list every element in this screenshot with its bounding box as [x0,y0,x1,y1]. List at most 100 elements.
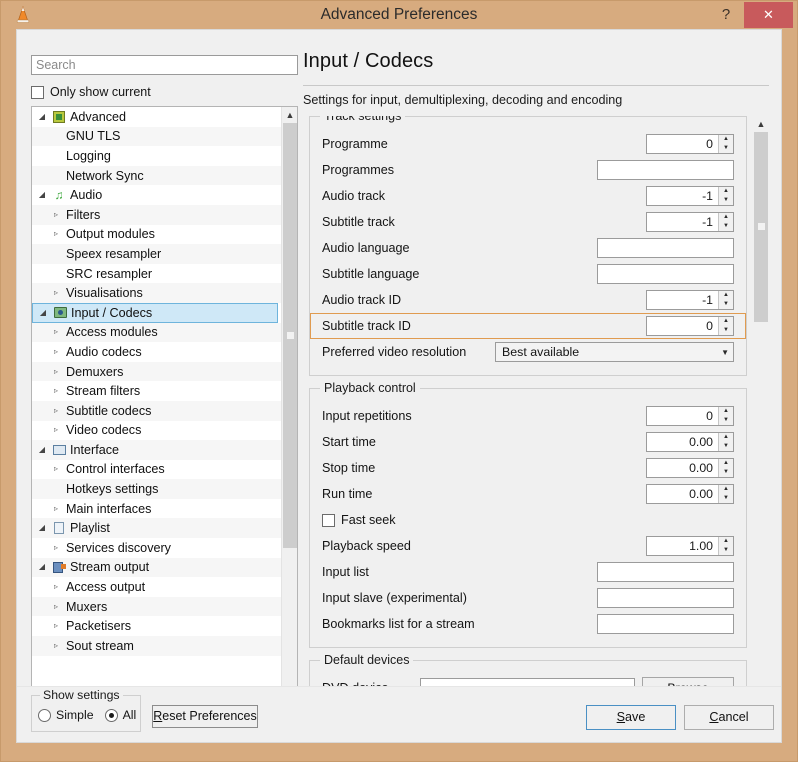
stepper-up-icon[interactable]: ▲ [719,407,733,416]
stepper-up-icon[interactable]: ▲ [719,433,733,442]
start-time-stepper[interactable]: ▲▼ [718,433,733,451]
tree-expanded-icon[interactable]: ◢ [34,113,50,121]
sidebar-item-packetisers[interactable]: ▹Packetisers [32,616,282,636]
stop-time-value[interactable]: 0.00 [647,459,718,477]
sidebar-item-access-modules[interactable]: ▹Access modules [32,323,282,343]
tree-collapsed-icon[interactable]: ▹ [48,544,64,552]
sidebar-item-access-output[interactable]: ▹Access output [32,577,282,597]
start-time-spinbox[interactable]: 0.00▲▼ [646,432,734,452]
radio-simple-icon[interactable] [38,709,51,722]
sidebar-item-control-interfaces[interactable]: ▹Control interfaces [32,460,282,480]
sidebar-item-stream-filters[interactable]: ▹Stream filters [32,381,282,401]
stepper-down-icon[interactable]: ▼ [719,416,733,425]
help-button[interactable]: ? [712,1,740,29]
reset-preferences-button[interactable]: Reset Preferences [152,705,258,728]
chevron-down-icon[interactable]: ▼ [721,348,729,357]
sidebar-item-video-codecs[interactable]: ▹Video codecs [32,421,282,441]
audio-track-id-spinbox[interactable]: -1▲▼ [646,290,734,310]
input-repetitions-spinbox[interactable]: 0▲▼ [646,406,734,426]
radio-all-label[interactable]: All [123,708,137,722]
tree-collapsed-icon[interactable]: ▹ [48,328,64,336]
only-show-current-checkbox-row[interactable]: Only show current [31,83,151,101]
stepper-down-icon[interactable]: ▼ [719,326,733,335]
checkbox-icon[interactable] [31,86,44,99]
audio-track-spinbox[interactable]: -1▲▼ [646,186,734,206]
subtitle-track-id-spinbox[interactable]: 0▲▼ [646,316,734,336]
input-repetitions-stepper[interactable]: ▲▼ [718,407,733,425]
playback-speed-stepper[interactable]: ▲▼ [718,537,733,555]
programme-spinbox[interactable]: 0▲▼ [646,134,734,154]
preferred-video-resolution-select[interactable]: Best available▼ [495,342,734,362]
tree-collapsed-icon[interactable]: ▹ [48,426,64,434]
tree-collapsed-icon[interactable]: ▹ [48,348,64,356]
tree-collapsed-icon[interactable]: ▹ [48,583,64,591]
audio-track-value[interactable]: -1 [647,187,718,205]
tree-scrollbar[interactable]: ▲ ▼ [281,107,297,712]
stepper-down-icon[interactable]: ▼ [719,144,733,153]
sidebar-item-stream-output[interactable]: ◢Stream output [32,558,282,578]
tree-collapsed-icon[interactable]: ▹ [48,642,64,650]
tree-scrollbar-thumb[interactable] [283,123,297,548]
sidebar-item-filters[interactable]: ▹Filters [32,205,282,225]
preferences-tree[interactable]: ◢AdvancedGNU TLSLoggingNetwork Sync◢♫Aud… [31,106,298,713]
audio-track-stepper[interactable]: ▲▼ [718,187,733,205]
stop-time-spinbox[interactable]: 0.00▲▼ [646,458,734,478]
playback-speed-spinbox[interactable]: 1.00▲▼ [646,536,734,556]
stepper-down-icon[interactable]: ▼ [719,222,733,231]
audio-track-id-value[interactable]: -1 [647,291,718,309]
playback-speed-value[interactable]: 1.00 [647,537,718,555]
sidebar-item-network-sync[interactable]: Network Sync [32,166,282,186]
run-time-stepper[interactable]: ▲▼ [718,485,733,503]
sidebar-item-subtitle-codecs[interactable]: ▹Subtitle codecs [32,401,282,421]
subtitle-track-spinbox[interactable]: -1▲▼ [646,212,734,232]
bookmarks-list-for-a-stream-input[interactable] [597,614,734,634]
sidebar-item-audio[interactable]: ◢♫Audio [32,185,282,205]
stepper-up-icon[interactable]: ▲ [719,187,733,196]
fast-seek-checkbox-icon[interactable] [322,514,335,527]
subtitle-track-id-stepper[interactable]: ▲▼ [718,317,733,335]
sidebar-item-visualisations[interactable]: ▹Visualisations [32,283,282,303]
sidebar-item-playlist[interactable]: ◢Playlist [32,518,282,538]
sidebar-item-demuxers[interactable]: ▹Demuxers [32,362,282,382]
tree-collapsed-icon[interactable]: ▹ [48,465,64,473]
stepper-down-icon[interactable]: ▼ [719,442,733,451]
stepper-up-icon[interactable]: ▲ [719,213,733,222]
sidebar-item-speex-resampler[interactable]: Speex resampler [32,244,282,264]
subtitle-track-id-value[interactable]: 0 [647,317,718,335]
tree-collapsed-icon[interactable]: ▹ [48,368,64,376]
sidebar-item-gnu-tls[interactable]: GNU TLS [32,127,282,147]
sidebar-item-interface[interactable]: ◢Interface [32,440,282,460]
stepper-up-icon[interactable]: ▲ [719,317,733,326]
stepper-up-icon[interactable]: ▲ [719,459,733,468]
tree-collapsed-icon[interactable]: ▹ [48,387,64,395]
stepper-up-icon[interactable]: ▲ [719,291,733,300]
tree-collapsed-icon[interactable]: ▹ [48,622,64,630]
programmes-input[interactable] [597,160,734,180]
sidebar-item-muxers[interactable]: ▹Muxers [32,597,282,617]
run-time-spinbox[interactable]: 0.00▲▼ [646,484,734,504]
stepper-down-icon[interactable]: ▼ [719,300,733,309]
stepper-up-icon[interactable]: ▲ [719,135,733,144]
stop-time-stepper[interactable]: ▲▼ [718,459,733,477]
sidebar-item-src-resampler[interactable]: SRC resampler [32,264,282,284]
tree-expanded-icon[interactable]: ◢ [34,563,50,571]
sidebar-item-sout-stream[interactable]: ▹Sout stream [32,636,282,656]
run-time-value[interactable]: 0.00 [647,485,718,503]
tree-collapsed-icon[interactable]: ▹ [48,603,64,611]
sidebar-item-hotkeys-settings[interactable]: Hotkeys settings [32,479,282,499]
stepper-down-icon[interactable]: ▼ [719,468,733,477]
sidebar-item-services-discovery[interactable]: ▹Services discovery [32,538,282,558]
sidebar-item-advanced[interactable]: ◢Advanced [32,107,282,127]
tree-collapsed-icon[interactable]: ▹ [48,505,64,513]
sidebar-item-input-codecs[interactable]: ◢Input / Codecs [32,303,278,323]
search-input[interactable] [31,55,298,75]
tree-expanded-icon[interactable]: ◢ [34,191,50,199]
sidebar-item-output-modules[interactable]: ▹Output modules [32,225,282,245]
programme-stepper[interactable]: ▲▼ [718,135,733,153]
tree-expanded-icon[interactable]: ◢ [34,524,50,532]
settings-scrollbar-thumb[interactable] [754,132,768,322]
sidebar-item-main-interfaces[interactable]: ▹Main interfaces [32,499,282,519]
audio-track-id-stepper[interactable]: ▲▼ [718,291,733,309]
scroll-up-icon[interactable]: ▲ [282,107,298,123]
setting-row-fast-seek[interactable]: Fast seek [322,507,734,533]
